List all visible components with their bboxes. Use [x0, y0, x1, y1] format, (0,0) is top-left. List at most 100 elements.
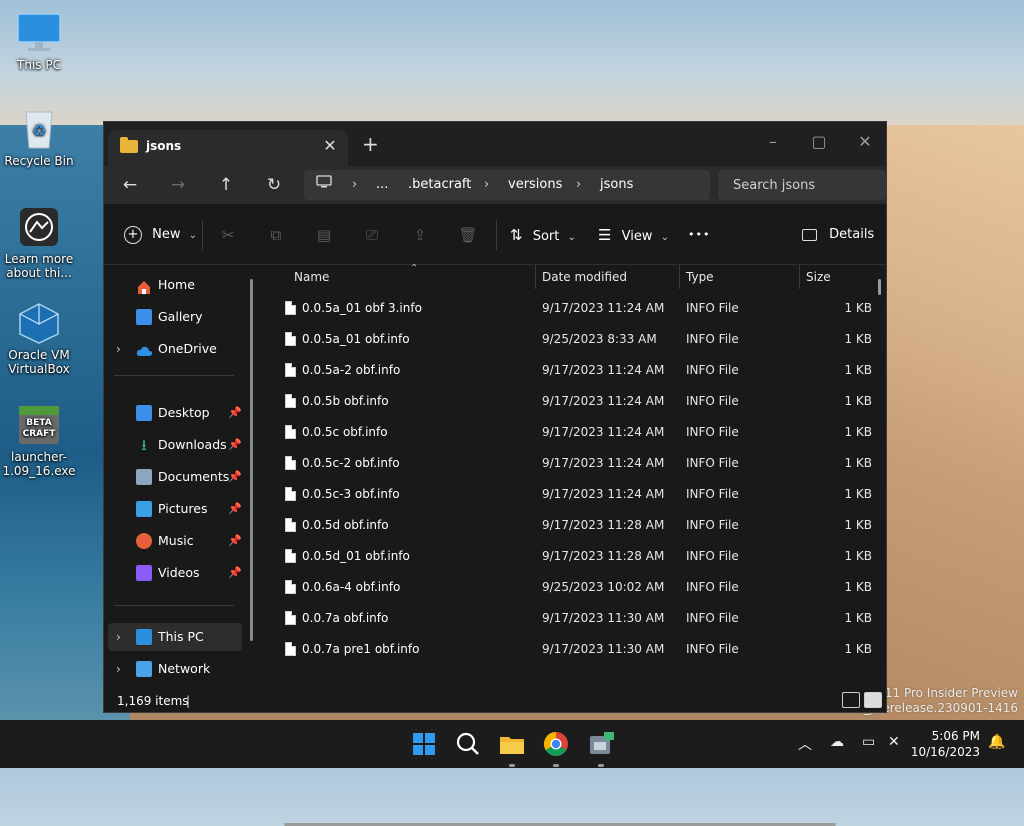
copy-icon[interactable]: ⧉ — [262, 222, 290, 248]
network-tray-icon[interactable]: ▭ — [862, 734, 875, 750]
breadcrumb-overflow[interactable]: ... — [376, 177, 388, 192]
column-header-name[interactable]: Name — [294, 265, 329, 289]
notification-bell-icon[interactable]: 🔔 — [988, 734, 1005, 750]
view-button[interactable]: ☰ View ⌄ — [598, 222, 669, 248]
rename-icon[interactable]: ⎚ — [358, 222, 386, 248]
file-icon — [285, 518, 296, 532]
more-options-button[interactable]: ••• — [688, 222, 710, 248]
show-hidden-icons-chevron-up-icon[interactable]: ︿ — [798, 734, 812, 754]
table-row[interactable]: 0.0.5a_01 obf 3.info 9/17/2023 11:24 AM IN… — [264, 293, 876, 324]
betacraft-taskbar-icon[interactable] — [586, 728, 618, 760]
file-date: 9/17/2023 11:30 AM — [542, 611, 665, 625]
nav-item-network[interactable]: › Network — [104, 655, 254, 683]
item-count: 1,169 items — [117, 694, 189, 708]
table-row[interactable]: 0.0.5a_01 obf.info 9/25/2023 8:33 AM INFO … — [264, 324, 876, 355]
breadcrumb[interactable]: › ... .betacraft › versions › jsons — [304, 170, 710, 200]
search-box[interactable] — [718, 170, 886, 200]
nav-item-onedrive[interactable]: › OneDrive — [104, 335, 254, 363]
file-name: 0.0.5d_01 obf.info — [302, 549, 410, 563]
table-row[interactable]: 0.0.5d_01 obf.info 9/17/2023 11:28 AM INFO… — [264, 541, 876, 572]
sort-button[interactable]: ⇅ Sort ⌄ — [510, 222, 576, 248]
table-row[interactable]: 0.0.5c obf.info 9/17/2023 11:24 AM INFO Fi… — [264, 417, 876, 448]
file-size: 1 KB — [844, 363, 872, 377]
details-pane-icon — [802, 228, 817, 241]
file-explorer-icon[interactable] — [496, 728, 528, 760]
file-name: 0.0.5d obf.info — [302, 518, 389, 532]
desktop-icon-betacraft[interactable]: BETA CRAFT launcher-1.09_16.exe — [0, 404, 78, 478]
nav-item-desktop[interactable]: Desktop 📌 — [104, 399, 254, 427]
column-divider[interactable] — [535, 265, 536, 289]
column-divider[interactable] — [799, 265, 800, 289]
nav-item-videos[interactable]: Videos 📌 — [104, 559, 254, 587]
file-icon — [285, 301, 296, 315]
paste-icon[interactable]: ▤ — [310, 222, 338, 248]
file-type: INFO File — [686, 332, 739, 346]
details-view-toggle[interactable] — [842, 692, 860, 708]
table-row[interactable]: 0.0.7a pre1 obf.info 9/17/2023 11:30 AM IN… — [264, 634, 876, 665]
music-icon — [136, 533, 152, 549]
delete-icon[interactable]: 🗑 — [454, 222, 482, 248]
maximize-button[interactable]: ▢ — [796, 128, 842, 156]
back-button[interactable]: ← — [116, 172, 144, 198]
breadcrumb-betacraft[interactable]: .betacraft — [408, 177, 471, 192]
clock-time: 5:06 PM — [931, 729, 980, 743]
volume-muted-icon[interactable]: ✕ — [888, 734, 900, 750]
nav-item-pictures[interactable]: Pictures 📌 — [104, 495, 254, 523]
minimize-button[interactable]: – — [750, 128, 796, 156]
column-header-date[interactable]: Date modified — [542, 265, 627, 289]
start-icon[interactable] — [408, 728, 440, 760]
nav-item-home[interactable]: Home — [104, 271, 254, 299]
column-header-size[interactable]: Size — [806, 265, 831, 289]
forward-button[interactable]: → — [164, 172, 192, 198]
close-window-button[interactable]: ✕ — [842, 128, 888, 156]
nav-item-this-pc[interactable]: › This PC — [108, 623, 242, 651]
table-row[interactable]: 0.0.5c-2 obf.info 9/17/2023 11:24 AM INFO … — [264, 448, 876, 479]
desktop-icon-this-pc[interactable]: This PC — [0, 12, 78, 72]
learn-more-icon — [16, 206, 62, 248]
nav-item-music[interactable]: Music 📌 — [104, 527, 254, 555]
svg-text:BETA: BETA — [26, 418, 51, 428]
new-button[interactable]: + New ⌄ — [124, 222, 197, 248]
desktop-icon-learn-more[interactable]: Learn more about thi... — [0, 206, 78, 280]
table-row[interactable]: 0.0.5c-3 obf.info 9/17/2023 11:24 AM INFO … — [264, 479, 876, 510]
file-size: 1 KB — [844, 611, 872, 625]
search-input[interactable] — [718, 170, 878, 200]
system-clock[interactable]: 5:06 PM 10/16/2023 — [911, 728, 980, 760]
nav-item-gallery[interactable]: Gallery — [104, 303, 254, 331]
refresh-button[interactable]: ↻ — [260, 172, 288, 198]
chrome-icon[interactable] — [540, 728, 572, 760]
file-size: 1 KB — [844, 580, 872, 594]
table-row[interactable]: 0.0.6a-4 obf.info 9/25/2023 10:02 AM INFO … — [264, 572, 876, 603]
vertical-scrollbar[interactable] — [878, 279, 881, 295]
column-header-type[interactable]: Type — [686, 265, 714, 289]
table-row[interactable]: 0.0.5a-2 obf.info 9/17/2023 11:24 AM INFO … — [264, 355, 876, 386]
table-row[interactable]: 0.0.7a obf.info 9/17/2023 11:30 AM INFO Fi… — [264, 603, 876, 634]
close-tab-button[interactable]: ✕ — [320, 136, 340, 156]
share-icon[interactable]: ⇪ — [406, 222, 434, 248]
file-size: 1 KB — [844, 301, 872, 315]
file-size: 1 KB — [844, 642, 872, 656]
cut-icon[interactable]: ✂ — [214, 222, 242, 248]
desktop-icon-recycle-bin[interactable]: ♻ Recycle Bin — [0, 108, 78, 168]
breadcrumb-jsons[interactable]: jsons — [600, 177, 633, 192]
tab-jsons[interactable]: jsons ✕ — [108, 130, 348, 166]
breadcrumb-versions[interactable]: versions — [508, 177, 562, 192]
details-button[interactable]: Details — [802, 222, 874, 248]
file-name: 0.0.5c obf.info — [302, 425, 388, 439]
table-row[interactable]: 0.0.5d obf.info 9/17/2023 11:28 AM INFO Fi… — [264, 510, 876, 541]
cloud-icon — [136, 341, 153, 357]
nav-item-downloads[interactable]: ⭳ Downloads 📌 — [104, 431, 254, 459]
up-button[interactable]: ↑ — [212, 172, 240, 198]
column-divider[interactable] — [679, 265, 680, 289]
nav-scrollbar[interactable] — [250, 279, 253, 641]
onedrive-tray-icon[interactable]: ☁ — [830, 734, 844, 750]
virtualbox-icon — [16, 302, 62, 344]
svg-text:♻: ♻ — [32, 121, 46, 140]
search-icon[interactable] — [452, 728, 484, 760]
table-row[interactable]: 0.0.5b obf.info 9/17/2023 11:24 AM INFO Fi… — [264, 386, 876, 417]
tiles-view-toggle[interactable] — [864, 692, 882, 708]
file-date: 9/17/2023 11:24 AM — [542, 394, 665, 408]
nav-item-documents[interactable]: Documents 📌 — [104, 463, 254, 491]
desktop-icon-virtualbox[interactable]: Oracle VM VirtualBox — [0, 302, 78, 376]
new-tab-button[interactable]: + — [362, 134, 379, 154]
